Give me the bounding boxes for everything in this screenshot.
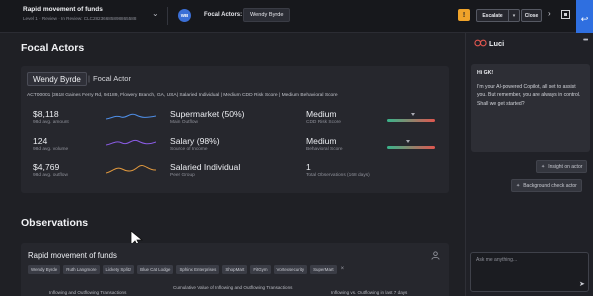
assistant-name: Luci xyxy=(489,39,505,48)
entity-tag[interactable]: Ruth Langmore xyxy=(63,265,100,274)
chat-input[interactable] xyxy=(476,257,576,263)
suggestion-background-check[interactable]: ✦ Background check actor xyxy=(511,179,582,192)
sparkle-icon: ✦ xyxy=(516,182,521,189)
assistant-message: Hi GK! I'm your AI-powered Copilot, all … xyxy=(471,64,590,152)
entity-tag[interactable]: FitGym xyxy=(250,265,271,274)
more-options-icon[interactable]: ••• xyxy=(583,37,588,44)
escalate-label: Escalate xyxy=(482,12,503,19)
entity-tag[interactable]: Blue Cat Lodge xyxy=(137,265,174,274)
send-icon[interactable]: ➤ xyxy=(579,280,585,288)
chart-caption: Cumulative Value of Inflowing and Outflo… xyxy=(173,285,293,290)
suggestion-insight-on-actor[interactable]: ✦ Insight on actor xyxy=(536,160,588,173)
chip-label: Background check actor xyxy=(523,182,577,189)
observation-title: Rapid movement of funds xyxy=(28,251,117,260)
chart-caption: Inflowing and Outflowing Transactions xyxy=(49,290,127,295)
observation-card[interactable]: Rapid movement of funds Wendy Byrde Ruth… xyxy=(21,243,449,296)
luci-logo-icon xyxy=(474,39,487,47)
chip-label: Insight on actor xyxy=(548,163,583,170)
sparkle-icon: ✦ xyxy=(541,163,546,170)
entity-tag[interactable]: ShopMart xyxy=(222,265,248,274)
entity-tag[interactable]: Lickety Splitz xyxy=(102,265,135,274)
person-icon[interactable] xyxy=(431,251,440,260)
chevron-right-icon[interactable]: › xyxy=(548,9,551,18)
entity-tags: Wendy Byrde Ruth Langmore Lickety Splitz… xyxy=(28,265,344,274)
chevron-down-icon[interactable]: ▾ xyxy=(509,13,519,19)
close-button[interactable]: Close xyxy=(521,9,542,22)
assistant-panel: Luci ••• Hi GK! I'm your AI-powered Copi… xyxy=(465,33,593,296)
entity-tag[interactable]: SuperMart xyxy=(310,265,337,274)
chat-input-box[interactable]: ➤ xyxy=(470,252,589,292)
greeting: Hi GK! xyxy=(477,70,494,76)
observations-clip: Rapid movement of funds Wendy Byrde Ruth… xyxy=(0,0,465,296)
entity-tag[interactable]: Sphinx Enterprises xyxy=(176,265,220,274)
entity-tag[interactable]: Wendy Byrde xyxy=(28,265,61,274)
entity-tag[interactable]: Vortexsecurity xyxy=(273,265,308,274)
chart-caption: Inflowing vs. Outflowing in last 7 days xyxy=(331,290,408,295)
expand-icon[interactable] xyxy=(561,10,570,19)
close-icon[interactable]: × xyxy=(341,265,345,274)
escalate-button[interactable]: Escalate ▾ xyxy=(476,9,520,22)
message-text: I'm your AI-powered Copilot, all set to … xyxy=(477,84,581,107)
